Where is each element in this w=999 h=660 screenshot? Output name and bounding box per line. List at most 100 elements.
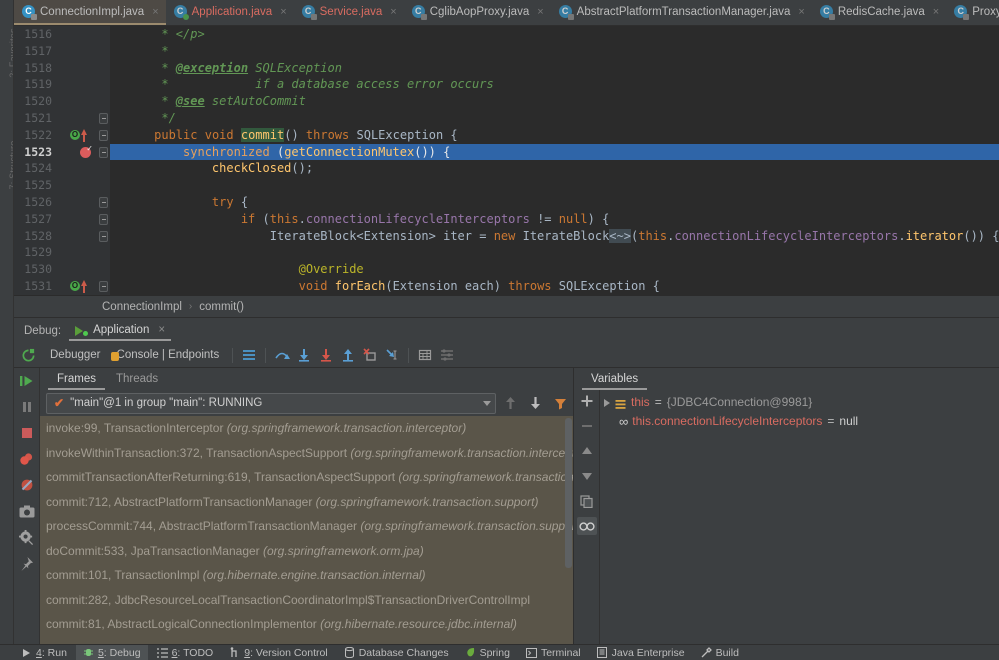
fold-gutter[interactable] [96, 60, 110, 77]
status-item-run[interactable]: 4: Run [14, 645, 74, 660]
breadcrumb-method[interactable]: commit() [199, 301, 244, 313]
arrow-down-icon[interactable] [525, 393, 546, 414]
status-item-spring[interactable]: Spring [458, 645, 517, 660]
remove-watch-icon[interactable] [577, 417, 597, 435]
gutter[interactable] [58, 194, 96, 211]
editor-tab-application-java[interactable]: CApplication.java× [166, 0, 294, 25]
close-icon[interactable]: × [152, 6, 158, 18]
fold-toggle-icon[interactable] [99, 113, 108, 124]
code-line-1523[interactable]: 1523 synchronized (getConnectionMutex())… [14, 144, 999, 161]
close-icon[interactable]: × [933, 6, 939, 18]
fold-toggle-icon[interactable] [99, 130, 108, 141]
status-item-terminal[interactable]: Terminal [519, 645, 588, 660]
move-down-icon[interactable] [577, 467, 597, 485]
frame-row[interactable]: processCommit:744, AbstractPlatformTrans… [40, 514, 573, 539]
layout-lines-icon[interactable] [238, 345, 260, 365]
frame-row[interactable]: commit:101, TransactionImpl (org.hiberna… [40, 563, 573, 588]
editor-tab-abstractplatformtransactionmanager-java[interactable]: CAbstractPlatformTransactionManager.java… [551, 0, 812, 25]
fold-gutter[interactable] [96, 244, 110, 261]
code-line-1530[interactable]: 1530 @Override [14, 261, 999, 278]
tab-variables[interactable]: Variables [582, 371, 647, 390]
frame-row[interactable]: commit:-1, HikariProxyConnection (com.za… [40, 637, 573, 645]
frame-row[interactable]: commit:81, AbstractLogicalConnectionImpl… [40, 612, 573, 637]
fold-toggle-icon[interactable] [99, 147, 108, 158]
status-item-todo[interactable]: 6: TODO [150, 645, 221, 660]
code-line-1525[interactable]: 1525 [14, 177, 999, 194]
drop-frame-icon[interactable] [359, 345, 381, 365]
code-line-1528[interactable]: 1528 IterateBlock<Extension> iter = new … [14, 228, 999, 245]
tab-frames[interactable]: Frames [48, 371, 105, 390]
fold-gutter[interactable] [96, 261, 110, 278]
camera-icon[interactable] [17, 502, 37, 520]
settings-gear-icon[interactable] [17, 528, 37, 546]
editor-tab-proxyconnection[interactable]: CProxyConnection [946, 0, 999, 25]
gutter[interactable] [58, 244, 96, 261]
code-line-1527[interactable]: 1527 if (this.connectionLifecycleInterce… [14, 211, 999, 228]
frame-row[interactable]: commitTransactionAfterReturning:619, Tra… [40, 465, 573, 490]
code-line-1522[interactable]: 1522O public void commit() throws SQLExc… [14, 127, 999, 144]
copy-icon[interactable] [577, 492, 597, 510]
fold-gutter[interactable] [96, 76, 110, 93]
editor-tab-rediscache-java[interactable]: CRedisCache.java× [812, 0, 946, 25]
gutter[interactable] [58, 43, 96, 60]
gutter[interactable] [58, 211, 96, 228]
fold-gutter[interactable] [96, 278, 110, 295]
code-line-1529[interactable]: 1529 [14, 244, 999, 261]
watches-toggle-icon[interactable] [577, 517, 597, 535]
close-icon[interactable]: × [537, 6, 543, 18]
arrow-up-icon[interactable] [500, 393, 521, 414]
fold-toggle-icon[interactable] [99, 231, 108, 242]
frames-list[interactable]: invoke:99, TransactionInterceptor (org.s… [40, 416, 573, 644]
frames-scrollbar[interactable] [564, 416, 573, 644]
fold-gutter[interactable] [96, 110, 110, 127]
variable-row[interactable]: ∞this.connectionLifecycleInterceptors=nu… [600, 412, 999, 431]
fold-toggle-icon[interactable] [99, 197, 108, 208]
fold-toggle-icon[interactable] [99, 214, 108, 225]
settings-lines-icon[interactable] [436, 345, 458, 365]
gutter[interactable] [58, 177, 96, 194]
tab-debugger[interactable]: Debugger [42, 349, 109, 361]
fold-gutter[interactable] [96, 228, 110, 245]
code-line-1526[interactable]: 1526 try { [14, 194, 999, 211]
code-editor[interactable]: 1516 * </p>1517 *1518 * @exception SQLEx… [14, 26, 999, 296]
frame-row[interactable]: commit:282, JdbcResourceLocalTransaction… [40, 588, 573, 613]
resume-program-icon[interactable] [17, 372, 37, 390]
chevron-down-icon[interactable] [483, 401, 491, 406]
fold-gutter[interactable] [96, 194, 110, 211]
code-line-1516[interactable]: 1516 * </p> [14, 26, 999, 43]
step-out-icon[interactable] [337, 345, 359, 365]
step-over-icon[interactable] [271, 345, 293, 365]
gutter[interactable] [58, 26, 96, 43]
pause-program-icon[interactable] [17, 398, 37, 416]
fold-gutter[interactable] [96, 177, 110, 194]
run-to-cursor-icon[interactable] [381, 345, 403, 365]
code-line-1519[interactable]: 1519 * if a database access error occurs [14, 76, 999, 93]
move-up-icon[interactable] [577, 442, 597, 460]
editor-tab-service-java[interactable]: CService.java× [294, 0, 404, 25]
status-item-javaenterprise[interactable]: Java Enterprise [590, 645, 692, 660]
gutter[interactable] [58, 261, 96, 278]
override-marker-icon[interactable]: O [70, 281, 80, 291]
fold-gutter[interactable] [96, 43, 110, 60]
status-item-debug[interactable]: 5: Debug [76, 645, 148, 660]
rerun-icon[interactable] [14, 348, 42, 363]
code-line-1531[interactable]: 1531O void forEach(Extension each) throw… [14, 278, 999, 295]
step-into-icon[interactable] [293, 345, 315, 365]
force-step-into-icon[interactable] [315, 345, 337, 365]
filter-icon[interactable] [550, 393, 571, 414]
gutter[interactable] [58, 144, 96, 161]
code-line-1517[interactable]: 1517 * [14, 43, 999, 60]
expand-triangle-icon[interactable] [604, 399, 610, 407]
code-line-1521[interactable]: 1521 */ [14, 110, 999, 127]
view-breakpoints-icon[interactable] [17, 450, 37, 468]
frame-row[interactable]: commit:712, AbstractPlatformTransactionM… [40, 490, 573, 515]
evaluate-expression-icon[interactable] [414, 345, 436, 365]
close-icon[interactable]: × [280, 6, 286, 18]
breakpoint-icon[interactable] [80, 147, 91, 158]
code-line-1520[interactable]: 1520 * @see setAutoCommit [14, 93, 999, 110]
fold-gutter[interactable] [96, 211, 110, 228]
frame-row[interactable]: doCommit:533, JpaTransactionManager (org… [40, 539, 573, 564]
debug-config-tab[interactable]: Application × [69, 322, 171, 341]
fold-gutter[interactable] [96, 93, 110, 110]
gutter[interactable] [58, 110, 96, 127]
